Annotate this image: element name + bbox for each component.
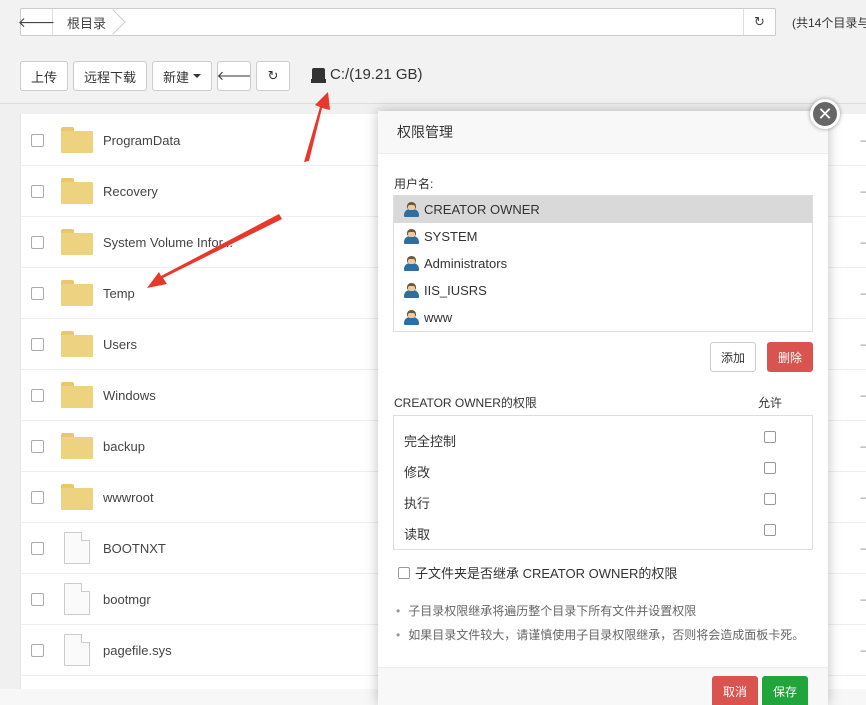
perm-read-checkbox[interactable]	[764, 524, 776, 536]
refresh-icon: ↻	[754, 14, 765, 29]
file-name[interactable]: pagefile.sys	[103, 643, 172, 658]
user-item-system[interactable]: SYSTEM	[394, 223, 812, 250]
upload-button[interactable]: 上传	[20, 61, 69, 91]
toolbar: 上传 远程下载 新建 🡐 ↻	[20, 61, 291, 91]
user-icon	[404, 283, 419, 298]
breadcrumb-root[interactable]: 根目录	[53, 9, 124, 35]
folder-icon	[61, 331, 93, 357]
permission-dialog: 权限管理 用户名: CREATOR OWNER SYSTEM Administr…	[378, 111, 828, 705]
remote-download-button[interactable]: 远程下载	[73, 61, 148, 91]
item-count: (共14个目录与	[792, 16, 866, 30]
dialog-title: 权限管理	[378, 111, 828, 154]
disk-selector[interactable]: C:/(19.21 GB)	[311, 66, 423, 83]
folder-icon	[61, 127, 93, 153]
file-name[interactable]: Users	[103, 337, 137, 352]
perm-read-label: 读取	[404, 527, 431, 542]
inherit-option[interactable]: 子文件夹是否继承 CREATOR OWNER的权限	[398, 563, 677, 582]
note-item: 子目录权限继承将遍历整个目录下所有文件并设置权限	[396, 602, 696, 619]
note-item: 如果目录文件较大，请谨慎使用子目录权限继承，否则将会造成面板卡死。	[396, 626, 804, 643]
perm-execute-checkbox[interactable]	[764, 493, 776, 505]
folder-icon	[61, 178, 93, 204]
user-item-www[interactable]: www	[394, 304, 812, 331]
row-checkbox[interactable]	[31, 133, 44, 147]
row-checkbox[interactable]	[31, 388, 44, 402]
user-list: CREATOR OWNER SYSTEM Administrators IIS_…	[393, 195, 813, 332]
file-name[interactable]: Windows	[103, 388, 156, 403]
save-button[interactable]: 保存	[762, 676, 808, 705]
user-icon	[404, 202, 419, 217]
arrow-left-icon: 🡐	[216, 68, 252, 83]
delete-user-button[interactable]: 删除	[767, 342, 813, 372]
refresh-button[interactable]: ↻	[743, 9, 775, 35]
folder-icon	[61, 229, 93, 255]
perm-modify-checkbox[interactable]	[764, 462, 776, 474]
perm-modify-label: 修改	[404, 465, 431, 480]
user-item-administrators[interactable]: Administrators	[394, 250, 812, 277]
row-checkbox[interactable]	[31, 184, 44, 198]
back-button[interactable]: 🡐	[17, 9, 56, 35]
user-icon	[404, 229, 419, 244]
folder-icon	[61, 433, 93, 459]
file-name[interactable]: BOOTNXT	[103, 541, 166, 556]
user-icon	[404, 256, 419, 271]
allow-header: 允许	[758, 396, 783, 410]
new-dropdown-button[interactable]: 新建	[152, 61, 213, 91]
caret-down-icon	[193, 74, 202, 78]
permission-title: CREATOR OWNER的权限	[394, 396, 537, 410]
cancel-button[interactable]: 取消	[712, 676, 758, 705]
row-checkbox[interactable]	[31, 592, 44, 606]
row-checkbox[interactable]	[31, 235, 44, 249]
file-name[interactable]: Temp	[103, 286, 135, 301]
row-checkbox[interactable]	[31, 286, 44, 300]
row-checkbox[interactable]	[31, 337, 44, 351]
row-checkbox[interactable]	[31, 643, 44, 657]
perm-full-control-label: 完全控制	[404, 434, 457, 449]
user-icon	[404, 310, 419, 325]
add-user-button[interactable]: 添加	[710, 342, 756, 372]
file-icon	[64, 634, 90, 666]
row-checkbox[interactable]	[31, 541, 44, 555]
folder-icon	[61, 280, 93, 306]
user-item-creator-owner[interactable]: CREATOR OWNER	[394, 196, 812, 223]
folder-icon	[61, 484, 93, 510]
permission-list: 完全控制 修改 执行 读取	[393, 415, 813, 550]
arrow-left-icon: 🡐	[17, 13, 56, 30]
file-icon	[64, 532, 90, 564]
refresh-icon: ↻	[267, 68, 279, 83]
username-label: 用户名:	[394, 177, 434, 191]
dialog-footer: 取消 保存	[378, 667, 828, 705]
go-up-button[interactable]: 🡐	[217, 61, 251, 91]
perm-full-control-checkbox[interactable]	[764, 431, 776, 443]
file-name[interactable]: ProgramData	[103, 133, 180, 148]
file-name[interactable]: bootmgr	[103, 592, 151, 607]
address-bar: 🡐 根目录 ↻	[17, 8, 776, 36]
row-checkbox[interactable]	[31, 439, 44, 453]
row-checkbox[interactable]	[31, 490, 44, 504]
top-bar: 🡐 根目录 ↻ (共14个目录与 上传 远程下载 新建 🡐 ↻ C:/(19.2…	[0, 0, 866, 104]
folder-icon	[61, 382, 93, 408]
reload-button[interactable]: ↻	[256, 61, 291, 91]
user-item-iis-iusrs[interactable]: IIS_IUSRS	[394, 277, 812, 304]
file-name[interactable]: backup	[103, 439, 145, 454]
perm-execute-label: 执行	[404, 496, 431, 511]
drive-icon	[311, 68, 326, 83]
file-name[interactable]: System Volume Infor...	[103, 235, 233, 250]
inherit-checkbox[interactable]	[398, 566, 410, 579]
file-name[interactable]: Recovery	[103, 184, 158, 199]
file-icon	[64, 583, 90, 615]
close-icon[interactable]: ✕	[810, 99, 840, 129]
file-name[interactable]: wwwroot	[103, 490, 154, 505]
